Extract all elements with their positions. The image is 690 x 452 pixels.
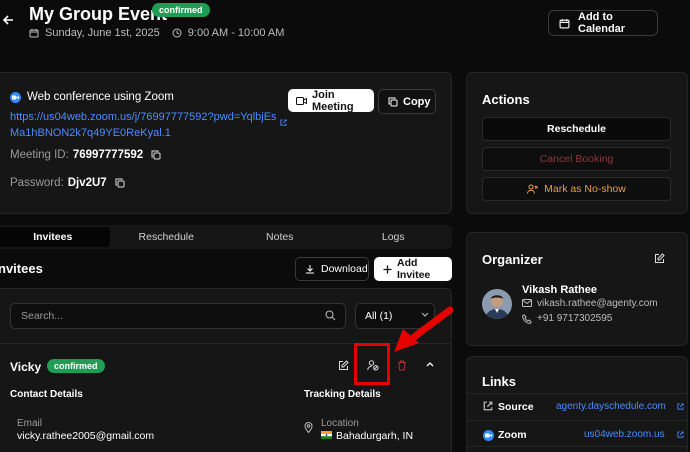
chevron-up-icon[interactable] [426, 362, 434, 367]
copy-label: Copy [403, 95, 431, 108]
copy-icon[interactable] [115, 178, 125, 188]
password-label: Password: [10, 177, 64, 189]
tab-reschedule[interactable]: Reschedule [110, 227, 224, 247]
add-to-calendar-label: Add to Calendar [578, 11, 626, 35]
tracking-details-heading: Tracking Details [304, 389, 381, 400]
annotation-highlight-box [354, 343, 390, 385]
tab-logs[interactable]: Logs [337, 227, 451, 247]
divider [466, 420, 688, 421]
tab-bar: Invitees Reschedule Notes Logs [0, 225, 452, 249]
join-meeting-label: Join Meeting [312, 88, 354, 113]
external-link-icon[interactable] [280, 119, 287, 126]
links-heading: Links [482, 374, 516, 389]
add-invitee-label: Add Invitee [397, 257, 431, 281]
link-url-source[interactable]: agenty.dayschedule.com [556, 401, 666, 412]
plus-icon [383, 265, 392, 274]
organizer-name: Vikash Rathee [522, 284, 598, 296]
email-value: vicky.rathee2005@gmail.com [17, 430, 155, 442]
divider [466, 393, 688, 394]
avatar [482, 289, 512, 319]
link-url-zoom[interactable]: us04web.zoom.us [584, 429, 665, 440]
event-date: Sunday, June 1st, 2025 [45, 27, 160, 39]
location-label: Location [321, 418, 359, 429]
tab-invitees[interactable]: Invitees [0, 227, 110, 247]
link-label-source: Source [498, 401, 534, 413]
event-time: 9:00 AM - 10:00 AM [187, 27, 285, 39]
clock-icon [172, 28, 182, 38]
tab-notes[interactable]: Notes [223, 227, 337, 247]
zoom-icon [10, 91, 21, 103]
zoom-icon [483, 430, 494, 441]
search-icon [325, 310, 336, 321]
join-meeting-button[interactable]: Join Meeting [288, 88, 374, 113]
phone-icon [522, 314, 532, 324]
calendar-icon [559, 18, 570, 29]
copy-button[interactable]: Copy [378, 89, 436, 114]
conference-provider: Web conference using Zoom [10, 91, 174, 103]
add-invitee-button[interactable]: Add Invitee [374, 257, 452, 281]
cancel-booking-button[interactable]: Cancel Booking [482, 147, 671, 171]
external-link-icon[interactable] [677, 431, 684, 438]
conference-provider-label: Web conference using Zoom [27, 91, 174, 103]
back-arrow-icon[interactable] [2, 14, 16, 28]
password-row: Password: Djv2U7 [10, 177, 125, 189]
download-icon [305, 264, 315, 274]
user-x-icon [527, 184, 538, 194]
organizer-email: vikash.rathee@agenty.com [537, 298, 658, 309]
meeting-id-row: Meeting ID: 76997777592 [10, 149, 161, 161]
location-pin-icon [304, 422, 313, 433]
mark-no-show-button[interactable]: Mark as No-show [482, 177, 671, 201]
mail-icon [522, 299, 532, 307]
edit-icon[interactable] [338, 360, 349, 371]
event-datetime: Sunday, June 1st, 2025 9:00 AM - 10:00 A… [29, 27, 284, 39]
copy-icon [388, 97, 398, 107]
status-badge: confirmed [152, 3, 210, 17]
organizer-phone: +91 9717302595 [537, 313, 613, 324]
edit-icon[interactable] [654, 253, 665, 264]
meeting-id-label: Meeting ID: [10, 149, 69, 161]
invitee-name: Vicky [10, 360, 42, 374]
download-button[interactable]: Download [295, 257, 369, 281]
organizer-heading: Organizer [482, 252, 543, 267]
meeting-link[interactable]: https://us04web.zoom.us/j/76997777592?pw… [10, 109, 280, 141]
india-flag-icon [321, 431, 332, 439]
email-label: Email [17, 418, 43, 429]
invitee-status-badge: confirmed [47, 359, 105, 373]
actions-heading: Actions [482, 92, 530, 107]
mark-no-show-label: Mark as No-show [544, 183, 626, 195]
search-input[interactable]: Search... [10, 303, 346, 329]
invitees-heading: nvitees [0, 261, 43, 276]
external-link-icon [483, 401, 493, 411]
download-label: Download [321, 263, 368, 275]
external-link-icon[interactable] [677, 403, 684, 410]
contact-details-heading: Contact Details [10, 389, 83, 400]
annotation-arrow [390, 306, 456, 356]
calendar-icon [29, 28, 39, 38]
link-label-zoom: Zoom [498, 429, 527, 441]
video-icon [296, 96, 307, 105]
password-value: Djv2U7 [67, 177, 107, 189]
add-to-calendar-button[interactable]: Add to Calendar [548, 10, 658, 36]
meeting-id-value: 76997777592 [72, 149, 144, 161]
page-title: My Group Event [29, 4, 168, 24]
divider [466, 446, 688, 447]
reschedule-button[interactable]: Reschedule [482, 117, 671, 141]
trash-icon[interactable] [397, 360, 407, 371]
location-value: Bahadurgarh, IN [336, 430, 414, 442]
copy-icon[interactable] [151, 150, 161, 160]
